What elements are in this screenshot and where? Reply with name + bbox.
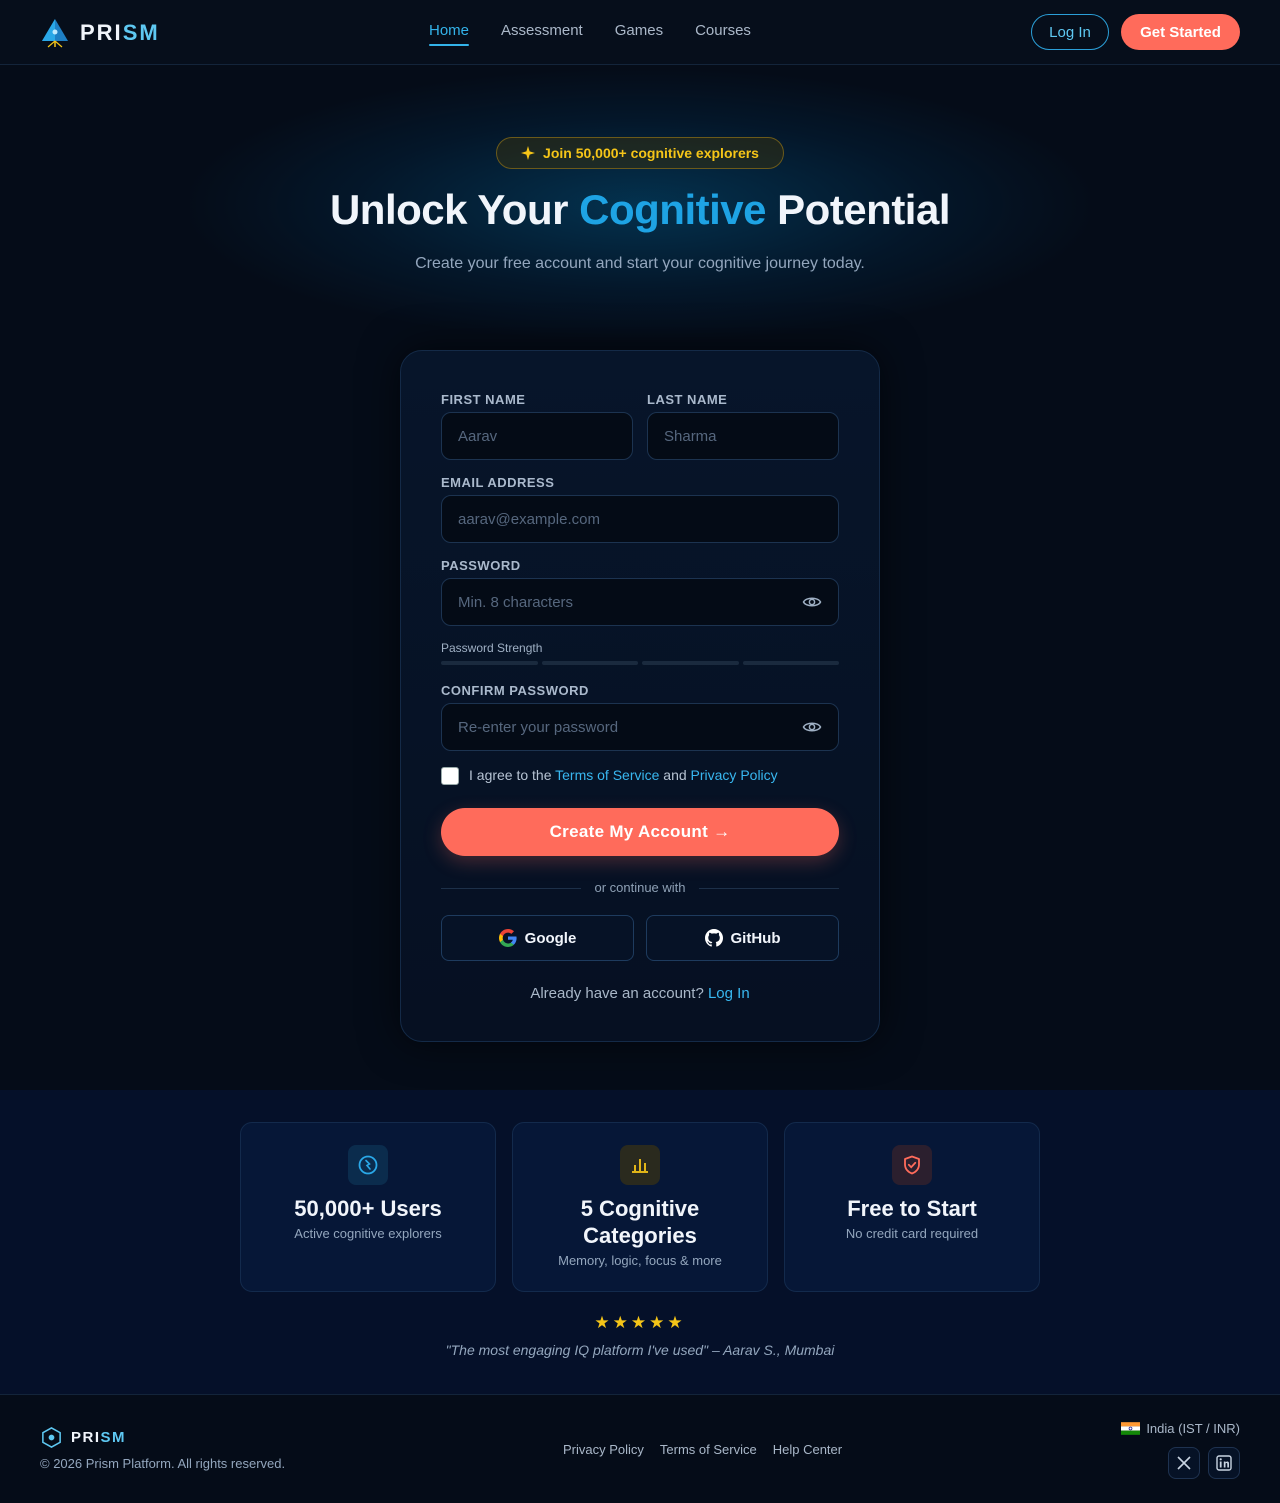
strength-segment — [441, 661, 538, 665]
strength-segment — [642, 661, 739, 665]
signup-card: FIRST NAME LAST NAME EMAIL ADDRESS PASSW… — [400, 350, 880, 1042]
stat-title: 5 Cognitive Categories — [580, 1196, 700, 1248]
rating-stars: ★★★★★ — [594, 1313, 686, 1332]
sparkle-icon — [521, 146, 536, 160]
show-password-eye-icon[interactable] — [802, 592, 822, 612]
login-button[interactable]: Log In — [1031, 14, 1109, 50]
stat-subtitle: Active cognitive explorers — [294, 1226, 442, 1241]
confirm-password-input[interactable] — [441, 703, 839, 751]
email-label: EMAIL ADDRESS — [441, 475, 555, 490]
github-label: GitHub — [730, 929, 781, 947]
google-label: Google — [524, 929, 577, 947]
password-strength-label: Password Strength — [441, 641, 543, 655]
hexagon-logo-icon — [42, 1427, 61, 1448]
nav-link-games[interactable]: Games — [615, 22, 663, 45]
top-navbar: PRISM Home Assessment Games Courses Log … — [0, 0, 1280, 65]
bar-chart-icon — [620, 1145, 660, 1185]
google-signin-button[interactable]: Google — [441, 915, 634, 961]
password-input[interactable] — [441, 578, 839, 626]
password-strength-meter — [441, 661, 839, 665]
stat-subtitle: No credit card required — [845, 1226, 979, 1241]
first-name-input[interactable] — [441, 412, 633, 460]
nav-link-courses[interactable]: Courses — [695, 22, 751, 45]
join-badge-text: Join 50,000+ cognitive explorers — [543, 145, 759, 161]
footer: PRISM © 2026 Prism Platform. All rights … — [0, 1394, 1280, 1503]
github-signin-button[interactable]: GitHub — [646, 915, 839, 961]
strength-segment — [541, 661, 638, 665]
brand-logo[interactable]: PRISM — [40, 17, 160, 49]
nav-links: Home Assessment Games Courses — [429, 22, 751, 46]
google-icon — [498, 929, 517, 947]
footer-links: Privacy Policy Terms of Service Help Cen… — [563, 1442, 842, 1457]
confirm-password-label: CONFIRM PASSWORD — [441, 683, 589, 698]
brand-name: PRISM — [80, 20, 160, 45]
create-account-button[interactable]: Create My Account → — [441, 808, 839, 856]
stat-title: Free to Start — [847, 1196, 977, 1221]
footer-link-privacy[interactable]: Privacy Policy — [563, 1442, 644, 1457]
terms-agreement-text: I agree to the Terms of Service and Priv… — [469, 767, 778, 783]
show-confirm-password-eye-icon[interactable] — [802, 717, 822, 737]
stat-title: 50,000+ Users — [294, 1196, 442, 1221]
github-icon — [704, 929, 723, 947]
password-label: PASSWORD — [441, 558, 521, 573]
join-badge: Join 50,000+ cognitive explorers — [496, 137, 784, 169]
already-have-account: Already have an account? Log In — [530, 985, 750, 1002]
terms-of-service-link[interactable]: Terms of Service — [555, 767, 659, 783]
region-selector[interactable]: India (IST / INR) — [1121, 1421, 1240, 1436]
x-twitter-icon[interactable] — [1168, 1447, 1200, 1479]
last-name-input[interactable] — [647, 412, 839, 460]
or-continue-divider: or continue with — [441, 880, 839, 896]
first-name-label: FIRST NAME — [441, 392, 526, 407]
footer-brand-name: PRISM — [71, 1429, 127, 1446]
footer-link-help[interactable]: Help Center — [773, 1442, 842, 1457]
shield-check-icon — [892, 1145, 932, 1185]
testimonial-quote: "The most engaging IQ platform I've used… — [445, 1342, 835, 1358]
strength-segment — [742, 661, 839, 665]
stat-card-categories: 5 Cognitive Categories Memory, logic, fo… — [512, 1122, 768, 1292]
hero-title: Unlock Your Cognitive Potential — [329, 186, 951, 233]
divider-text: or continue with — [594, 880, 686, 895]
region-label: India (IST / INR) — [1146, 1421, 1240, 1436]
stat-card-users: 50,000+ Users Active cognitive explorers — [240, 1122, 496, 1292]
nav-link-assessment[interactable]: Assessment — [501, 22, 583, 45]
email-input[interactable] — [441, 495, 839, 543]
privacy-policy-link[interactable]: Privacy Policy — [691, 767, 778, 783]
get-started-button[interactable]: Get Started — [1121, 14, 1240, 50]
linkedin-icon[interactable] — [1208, 1447, 1240, 1479]
footer-link-terms[interactable]: Terms of Service — [660, 1442, 757, 1457]
nav-link-home[interactable]: Home — [429, 22, 470, 46]
footer-logo[interactable]: PRISM — [40, 1426, 126, 1449]
stat-subtitle: Memory, logic, focus & more — [558, 1253, 722, 1268]
last-name-label: LAST NAME — [647, 392, 728, 407]
terms-checkbox[interactable] — [441, 767, 459, 785]
stat-card-free: Free to Start No credit card required — [784, 1122, 1040, 1292]
prism-logo-icon — [42, 19, 68, 48]
copyright: © 2026 Prism Platform. All rights reserv… — [40, 1456, 286, 1471]
login-link[interactable]: Log In — [708, 985, 750, 1002]
brain-icon — [348, 1145, 388, 1185]
hero-subtitle: Create your free account and start your … — [415, 255, 865, 272]
india-flag-icon — [1121, 1422, 1141, 1435]
